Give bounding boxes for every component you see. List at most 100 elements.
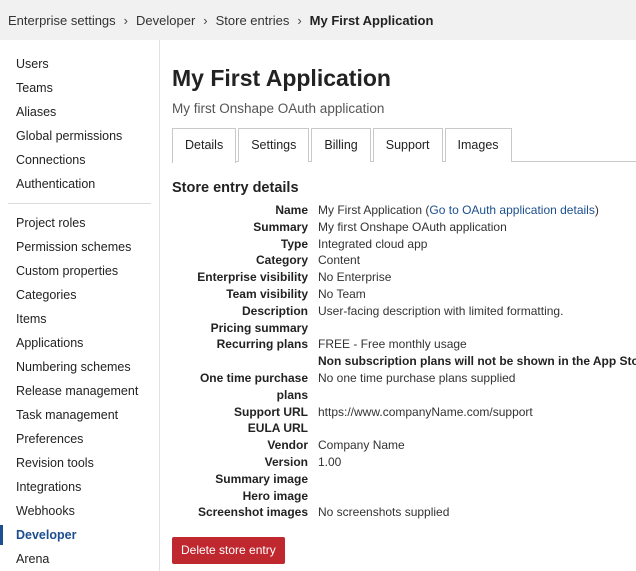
recurring-plans-label: Recurring plans xyxy=(216,337,308,352)
support-url-value: https://www.companyName.com/support xyxy=(318,404,533,419)
pricing-summary-value xyxy=(308,320,318,337)
support-url-label: Support URL xyxy=(234,404,308,419)
breadcrumb-current: My First Application xyxy=(309,12,434,28)
tab-details[interactable]: Details xyxy=(172,128,237,163)
sidebar: Users Teams Aliases Global permissions C… xyxy=(0,40,160,571)
name-text: My First Application xyxy=(318,203,423,217)
tab-bar: Details Settings Billing Support Images xyxy=(172,128,636,163)
breadcrumb-enterprise-settings[interactable]: Enterprise settings xyxy=(8,13,116,28)
sidebar-item-webhooks[interactable]: Webhooks xyxy=(0,499,159,523)
screenshot-images-value: No screenshots supplied xyxy=(318,505,450,520)
detail-row-summary-image: Summary image xyxy=(172,471,636,488)
detail-row-pricing-summary: Pricing summary xyxy=(172,320,636,337)
sidebar-item-categories[interactable]: Categories xyxy=(0,283,159,307)
sidebar-item-global-permissions[interactable]: Global permissions xyxy=(0,124,159,148)
sidebar-item-project-roles[interactable]: Project roles xyxy=(0,211,159,235)
sidebar-divider xyxy=(8,203,151,204)
sidebar-group-enterprise: Project roles Permission schemes Custom … xyxy=(0,211,159,571)
eula-url-label: EULA URL xyxy=(247,421,308,436)
detail-row-category: Category Content xyxy=(172,252,636,269)
tab-images[interactable]: Images xyxy=(444,128,512,162)
sidebar-item-items[interactable]: Items xyxy=(0,307,159,331)
sidebar-item-aliases[interactable]: Aliases xyxy=(0,100,159,124)
breadcrumb-developer[interactable]: Developer xyxy=(136,13,195,28)
name-value: My First Application (Go to OAuth applic… xyxy=(318,203,599,217)
one-time-plans-value: No one time purchase plans supplied xyxy=(318,370,516,385)
team-visibility-label: Team visibility xyxy=(226,286,308,301)
detail-row-screenshot-images: Screenshot images No screenshots supplie… xyxy=(172,504,636,521)
sidebar-item-teams[interactable]: Teams xyxy=(0,76,159,100)
breadcrumb-store-entries[interactable]: Store entries xyxy=(216,13,290,28)
detail-row-summary: Summary My first Onshape OAuth applicati… xyxy=(172,219,636,236)
detail-row-version: Version 1.00 xyxy=(172,454,636,471)
details-list: Name My First Application (Go to OAuth a… xyxy=(172,202,636,521)
vendor-label: Vendor xyxy=(267,438,308,453)
oauth-details-link[interactable]: Go to OAuth application details xyxy=(429,203,594,217)
chevron-right-icon: › xyxy=(203,12,208,28)
description-label: Description xyxy=(241,303,308,318)
sidebar-item-task-management[interactable]: Task management xyxy=(0,403,159,427)
chevron-right-icon: › xyxy=(123,12,129,28)
sidebar-item-revision-tools[interactable]: Revision tools xyxy=(0,451,159,475)
recurring-plans-value: FREE - Free monthly usage xyxy=(318,337,467,352)
name-label: Name xyxy=(275,203,308,217)
hero-image-label: Hero image xyxy=(242,488,308,503)
detail-row-team-visibility: Team visibility No Team xyxy=(172,286,636,303)
sidebar-item-connections[interactable]: Connections xyxy=(0,148,159,172)
pricing-summary-label: Pricing summary xyxy=(210,320,308,335)
enterprise-visibility-label: Enterprise visibility xyxy=(197,270,308,285)
page-title: My First Application xyxy=(172,65,391,91)
empty-label xyxy=(172,353,308,370)
category-value: Content xyxy=(318,253,361,268)
sidebar-item-preferences[interactable]: Preferences xyxy=(0,427,159,451)
detail-row-recurring-plans: Recurring plans FREE - Free monthly usag… xyxy=(172,336,636,353)
section-title: Store entry details xyxy=(172,180,299,196)
main-content: My First Application My first Onshape OA… xyxy=(172,40,636,565)
delete-store-entry-button[interactable]: Delete store entry xyxy=(172,537,285,565)
recurring-plans-note: Non subscription plans will not be shown… xyxy=(318,354,636,369)
summary-image-label: Summary image xyxy=(215,471,308,486)
one-time-plans-label: One time purchase plans xyxy=(199,370,308,402)
eula-url-value xyxy=(308,420,318,437)
chevron-right-icon: › xyxy=(297,12,302,28)
detail-row-type: Type Integrated cloud app xyxy=(172,236,636,253)
summary-image-value xyxy=(308,471,318,488)
tab-settings[interactable]: Settings xyxy=(238,128,310,162)
team-visibility-value: No Team xyxy=(318,286,366,301)
summary-label: Summary xyxy=(253,219,308,234)
sidebar-group-general: Users Teams Aliases Global permissions C… xyxy=(0,40,159,196)
detail-row-hero-image: Hero image xyxy=(172,488,636,505)
tab-support[interactable]: Support xyxy=(372,128,443,162)
detail-row-vendor: Vendor Company Name xyxy=(172,437,636,454)
type-label: Type xyxy=(280,236,308,251)
detail-row-one-time-plans: One time purchase plans No one time purc… xyxy=(172,370,636,404)
sidebar-item-release-management[interactable]: Release management xyxy=(0,379,159,403)
detail-row-recurring-plans-note: Non subscription plans will not be shown… xyxy=(172,353,636,370)
tab-billing[interactable]: Billing xyxy=(311,128,371,162)
enterprise-visibility-value: No Enterprise xyxy=(318,270,392,285)
sidebar-item-developer[interactable]: Developer xyxy=(0,523,159,547)
detail-row-description: Description User-facing description with… xyxy=(172,303,636,320)
detail-row-name: Name My First Application (Go to OAuth a… xyxy=(172,202,636,219)
vendor-value: Company Name xyxy=(318,438,405,453)
type-value: Integrated cloud app xyxy=(318,236,428,251)
sidebar-item-numbering-schemes[interactable]: Numbering schemes xyxy=(0,355,159,379)
category-label: Category xyxy=(255,253,308,268)
version-value: 1.00 xyxy=(318,454,342,469)
detail-row-support-url: Support URL https://www.companyName.com/… xyxy=(172,404,636,421)
sidebar-item-arena[interactable]: Arena xyxy=(0,547,159,571)
screenshot-images-label: Screenshot images xyxy=(197,505,308,520)
sidebar-item-custom-properties[interactable]: Custom properties xyxy=(0,259,159,283)
page-subtitle: My first Onshape OAuth application xyxy=(172,101,385,116)
detail-row-enterprise-visibility: Enterprise visibility No Enterprise xyxy=(172,269,636,286)
breadcrumb: Enterprise settings › Developer › Store … xyxy=(0,0,636,40)
version-label: Version xyxy=(264,454,308,469)
description-value: User-facing description with limited for… xyxy=(318,303,564,318)
detail-row-eula-url: EULA URL xyxy=(172,420,636,437)
sidebar-item-applications[interactable]: Applications xyxy=(0,331,159,355)
sidebar-item-users[interactable]: Users xyxy=(0,52,159,76)
sidebar-item-integrations[interactable]: Integrations xyxy=(0,475,159,499)
sidebar-item-authentication[interactable]: Authentication xyxy=(0,172,159,196)
sidebar-item-permission-schemes[interactable]: Permission schemes xyxy=(0,235,159,259)
hero-image-value xyxy=(308,488,318,505)
